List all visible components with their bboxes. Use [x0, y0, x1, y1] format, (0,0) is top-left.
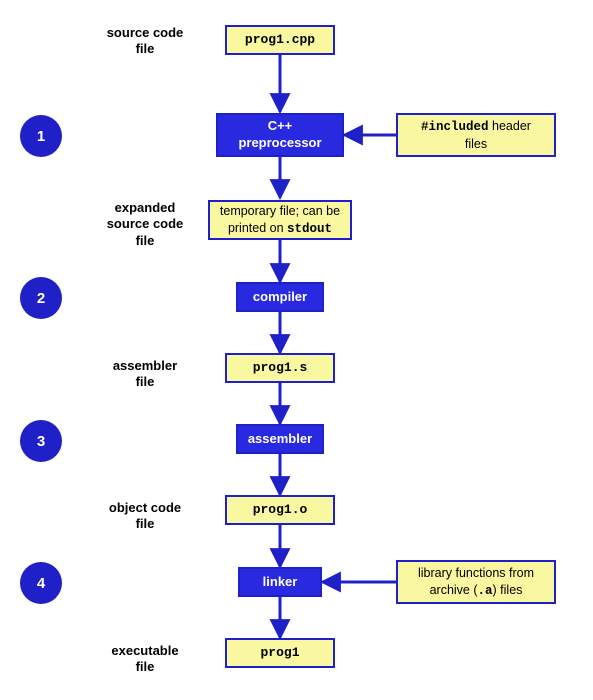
label-expanded-file: expandedsource codefile: [95, 200, 195, 249]
label-assembler-file: assemblerfile: [95, 358, 195, 391]
file-obj: prog1.o: [225, 495, 335, 525]
stage-linker: linker: [238, 567, 322, 597]
step-1-badge: 1: [20, 115, 62, 157]
file-exe: prog1: [225, 638, 335, 668]
input-headers: #included headerfiles: [396, 113, 556, 157]
label-source-file: source codefile: [95, 25, 195, 58]
stage-preprocessor: C++preprocessor: [216, 113, 344, 157]
label-executable-file: executablefile: [95, 643, 195, 676]
file-source: prog1.cpp: [225, 25, 335, 55]
file-asm: prog1.s: [225, 353, 335, 383]
input-libs: library functions fromarchive (.a) files: [396, 560, 556, 604]
file-temp: temporary file; can beprinted on stdout: [208, 200, 352, 240]
step-3-badge: 3: [20, 420, 62, 462]
stage-compiler: compiler: [236, 282, 324, 312]
step-2-badge: 2: [20, 277, 62, 319]
step-4-badge: 4: [20, 562, 62, 604]
stage-assembler: assembler: [236, 424, 324, 454]
label-object-file: object codefile: [95, 500, 195, 533]
